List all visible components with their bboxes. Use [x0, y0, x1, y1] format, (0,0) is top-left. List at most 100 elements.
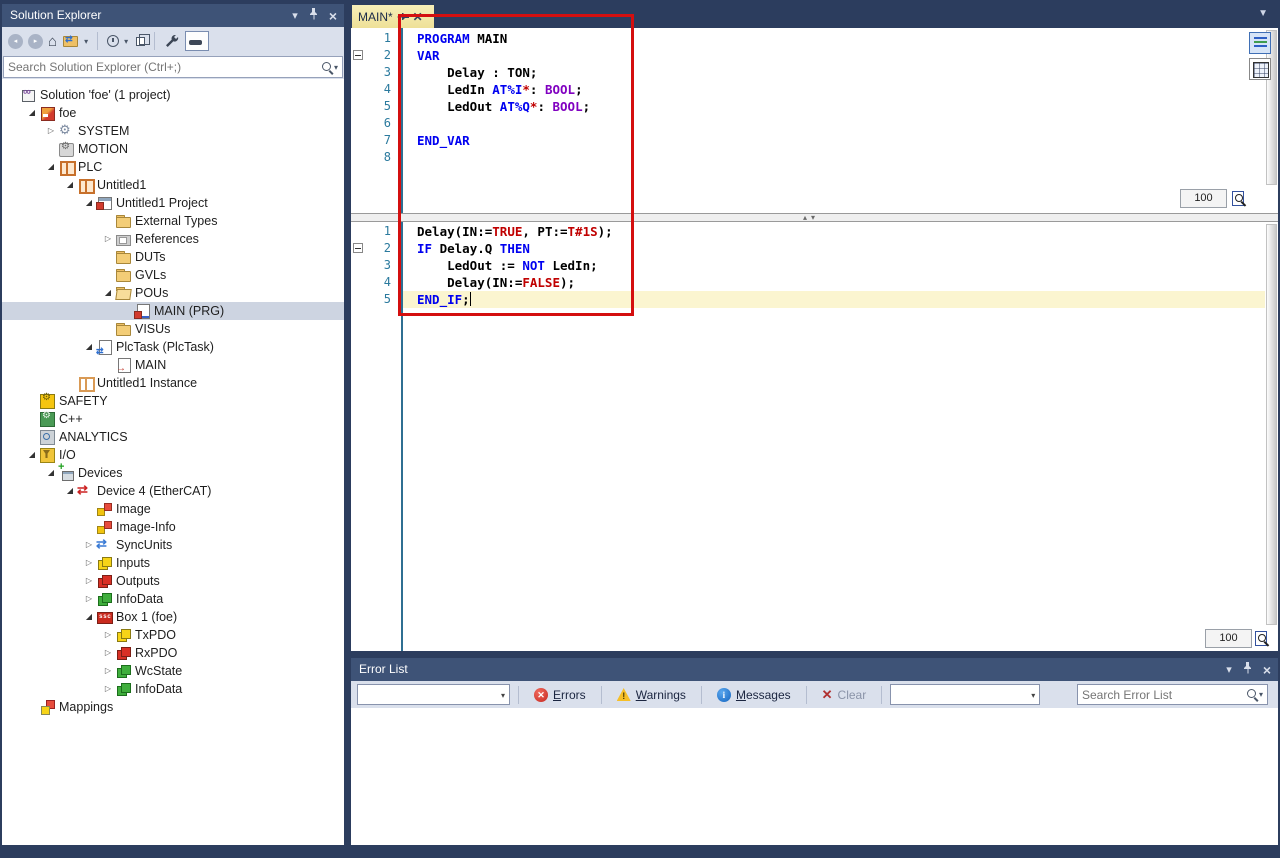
errors-filter-button[interactable]: ✕ Errors — [527, 683, 593, 706]
tree-item-infodata[interactable]: ▷InfoData — [2, 680, 344, 698]
tree-item-main-prg-[interactable]: MAIN (PRG) — [2, 302, 344, 320]
tree-item-devices[interactable]: ◢Devices — [2, 464, 344, 482]
splitter-arrows-icon[interactable]: ▴▾ — [803, 213, 819, 222]
expander-collapsed-icon[interactable]: ▷ — [44, 122, 58, 140]
tree-item-outputs[interactable]: ▷Outputs — [2, 572, 344, 590]
pin-icon[interactable] — [306, 8, 322, 24]
tree-item-txpdo[interactable]: ▷TxPDO — [2, 626, 344, 644]
code-line[interactable]: 6 — [351, 115, 1278, 132]
filter-combobox[interactable]: ▾ — [890, 684, 1040, 705]
tree-item-plctask-plctask-[interactable]: ◢PlcTask (PlcTask) — [2, 338, 344, 356]
tree-item-gvls[interactable]: GVLs — [2, 266, 344, 284]
search-solution-input[interactable] — [8, 60, 321, 74]
tree-item-analytics[interactable]: ANALYTICS — [2, 428, 344, 446]
tree-item-i-o[interactable]: ◢I/O — [2, 446, 344, 464]
tree-item-image[interactable]: Image — [2, 500, 344, 518]
search-icon[interactable] — [1246, 688, 1259, 701]
tree-item-foe[interactable]: ◢foe — [2, 104, 344, 122]
tree-item-motion[interactable]: MOTION — [2, 140, 344, 158]
scope-combobox[interactable]: ▾ — [357, 684, 510, 705]
zoom-level[interactable]: 100 — [1205, 629, 1252, 648]
messages-filter-button[interactable]: i Messages — [710, 683, 798, 706]
tree-item-untitled1[interactable]: ◢Untitled1 — [2, 176, 344, 194]
expander-collapsed-icon[interactable]: ▷ — [82, 554, 96, 572]
tree-item-wcstate[interactable]: ▷WcState — [2, 662, 344, 680]
tree-item-pous[interactable]: ◢POUs — [2, 284, 344, 302]
search-icon[interactable] — [321, 61, 334, 74]
code-line[interactable]: 5END_IF; — [351, 291, 1278, 308]
zoom-icon[interactable] — [1231, 190, 1248, 208]
back-button[interactable]: ◂ — [8, 34, 23, 49]
expander-expanded-icon[interactable]: ◢ — [82, 194, 96, 212]
close-icon[interactable]: ✕ — [413, 12, 423, 22]
implementation-editor[interactable]: 1Delay(IN:=TRUE, PT:=T#1S);2IF Delay.Q T… — [351, 222, 1278, 651]
editor-splitter[interactable]: ▴▾ — [351, 213, 1278, 222]
forward-button[interactable]: ▸ — [28, 34, 43, 49]
expander-collapsed-icon[interactable]: ▷ — [101, 662, 115, 680]
tree-item-rxpdo[interactable]: ▷RxPDO — [2, 644, 344, 662]
tree-item-inputs[interactable]: ▷Inputs — [2, 554, 344, 572]
tree-item-system[interactable]: ▷SYSTEM — [2, 122, 344, 140]
expander-collapsed-icon[interactable]: ▷ — [101, 626, 115, 644]
tree-item-box-1-foe-[interactable]: ◢Box 1 (foe) — [2, 608, 344, 626]
expander-collapsed-icon[interactable]: ▷ — [82, 590, 96, 608]
expander-expanded-icon[interactable]: ◢ — [63, 482, 77, 500]
sync-with-active-document-button[interactable] — [62, 33, 79, 49]
tree-item-references[interactable]: ▷References — [2, 230, 344, 248]
chevron-down-icon[interactable]: ▾ — [84, 37, 88, 46]
expander-expanded-icon[interactable]: ◢ — [82, 608, 96, 626]
tab-main[interactable]: MAIN* ✕ — [352, 5, 434, 28]
fold-collapse-icon[interactable] — [351, 240, 366, 257]
expander-expanded-icon[interactable]: ◢ — [101, 284, 115, 302]
expander-expanded-icon[interactable]: ◢ — [63, 176, 77, 194]
tab-list-chevron-icon[interactable]: ▼ — [1258, 8, 1268, 19]
expander-collapsed-icon[interactable]: ▷ — [101, 230, 115, 248]
window-menu-icon[interactable]: ▾ — [1221, 662, 1237, 678]
code-line[interactable]: 4 LedIn AT%I*: BOOL; — [351, 81, 1278, 98]
code-line[interactable]: 3 Delay : TON; — [351, 64, 1278, 81]
pending-changes-filter-button[interactable] — [107, 35, 119, 47]
tree-item-infodata[interactable]: ▷InfoData — [2, 590, 344, 608]
chevron-down-icon[interactable]: ▾ — [1259, 690, 1263, 699]
tree-item-syncunits[interactable]: ▷SyncUnits — [2, 536, 344, 554]
zoom-icon[interactable] — [1254, 630, 1271, 648]
tree-item-device-4-ethercat-[interactable]: ◢Device 4 (EtherCAT) — [2, 482, 344, 500]
expander-collapsed-icon[interactable]: ▷ — [82, 572, 96, 590]
code-line[interactable]: 8 — [351, 149, 1278, 166]
expander-collapsed-icon[interactable]: ▷ — [82, 536, 96, 554]
expander-expanded-icon[interactable]: ◢ — [82, 338, 96, 356]
declaration-editor[interactable]: 1PROGRAM MAIN2VAR3 Delay : TON;4 LedIn A… — [351, 28, 1278, 213]
code-line[interactable]: 3 LedOut := NOT LedIn; — [351, 257, 1278, 274]
warnings-filter-button[interactable]: ! Warnings — [610, 683, 693, 706]
tree-item-external-types[interactable]: External Types — [2, 212, 344, 230]
fold-collapse-icon[interactable] — [351, 47, 366, 64]
expander-expanded-icon[interactable]: ◢ — [44, 158, 58, 176]
expander-expanded-icon[interactable]: ◢ — [25, 446, 39, 464]
code-line[interactable]: 7END_VAR — [351, 132, 1278, 149]
clear-button[interactable]: ✕ Clear — [815, 683, 874, 706]
tree-item-main[interactable]: MAIN — [2, 356, 344, 374]
code-line[interactable]: 4 Delay(IN:=FALSE); — [351, 274, 1278, 291]
window-menu-icon[interactable]: ▾ — [287, 8, 303, 24]
code-line[interactable]: 1PROGRAM MAIN — [351, 30, 1278, 47]
show-all-files-button[interactable] — [136, 37, 145, 46]
tree-item-visus[interactable]: VISUs — [2, 320, 344, 338]
expander-collapsed-icon[interactable]: ▷ — [101, 644, 115, 662]
zoom-level[interactable]: 100 — [1180, 189, 1227, 208]
tree-item-solution-foe-1-project-[interactable]: Solution 'foe' (1 project) — [2, 86, 344, 104]
tree-item-mappings[interactable]: Mappings — [2, 698, 344, 716]
tree-item-plc[interactable]: ◢PLC — [2, 158, 344, 176]
code-line[interactable]: 1Delay(IN:=TRUE, PT:=T#1S); — [351, 223, 1278, 240]
pin-icon[interactable] — [398, 11, 408, 23]
code-line[interactable]: 2IF Delay.Q THEN — [351, 240, 1278, 257]
search-error-list-input[interactable] — [1082, 688, 1246, 702]
chevron-down-icon[interactable]: ▾ — [334, 63, 338, 72]
pin-icon[interactable] — [1240, 662, 1256, 678]
expander-expanded-icon[interactable]: ◢ — [44, 464, 58, 482]
chevron-down-icon[interactable]: ▾ — [124, 37, 128, 46]
close-icon[interactable]: × — [325, 8, 341, 24]
tree-item-duts[interactable]: DUTs — [2, 248, 344, 266]
expander-expanded-icon[interactable]: ◢ — [25, 104, 39, 122]
tree-item-untitled1-instance[interactable]: Untitled1 Instance — [2, 374, 344, 392]
expander-collapsed-icon[interactable]: ▷ — [101, 680, 115, 698]
